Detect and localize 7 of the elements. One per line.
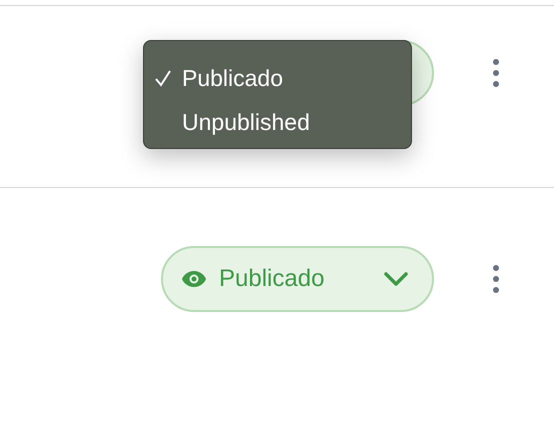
more-icon[interactable]	[492, 264, 500, 294]
menu-item[interactable]: Unpublished	[144, 102, 411, 142]
menu-item[interactable]: Publicado	[144, 58, 411, 98]
more-icon[interactable]	[492, 58, 500, 88]
eye-icon	[181, 270, 207, 288]
chevron-down-icon	[384, 272, 408, 286]
status-label: Publicado	[219, 265, 326, 293]
